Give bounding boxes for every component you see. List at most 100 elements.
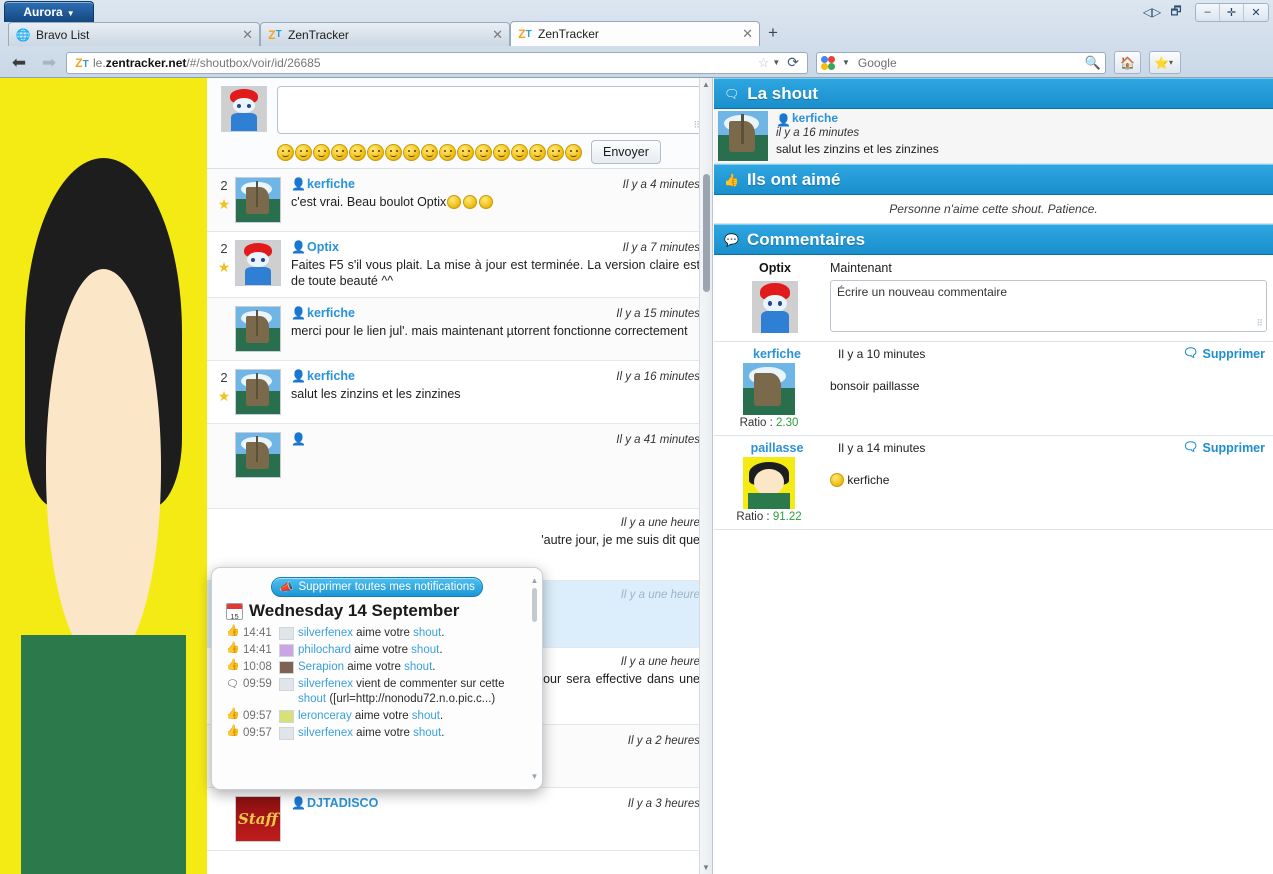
emoticon-cool[interactable] xyxy=(439,144,456,161)
avatar[interactable] xyxy=(40,807,72,839)
avatar[interactable] xyxy=(235,306,281,352)
send-button[interactable]: Envoyer xyxy=(591,140,661,164)
shout-author[interactable]: Optix xyxy=(307,240,339,254)
home-button[interactable]: 🏠 xyxy=(1114,51,1141,74)
notification-item[interactable]: 14:41 silverfenex aime votre shout. xyxy=(212,625,542,642)
shout-item[interactable]: 2 ★ 👤 kerfiche Il y a 4 minutes c'est vr… xyxy=(207,169,712,232)
shout-author[interactable]: kerfiche xyxy=(307,369,355,383)
panel-icon[interactable]: 🗗 xyxy=(1165,3,1187,21)
emoticon-surprised[interactable] xyxy=(421,144,438,161)
notification-link[interactable]: shout xyxy=(298,693,326,705)
comment-input[interactable]: Écrire un nouveau commentaire ⠿ xyxy=(830,280,1267,332)
notification-user[interactable]: Serapion xyxy=(298,661,344,673)
shout-item[interactable]: 2 ★ 👤 kerfiche Il y a 16 minutes salut l… xyxy=(207,361,712,424)
tab-zentracker-1[interactable]: ZT ZenTracker ✕ xyxy=(260,22,510,46)
forward-button[interactable]: ➡ xyxy=(36,50,62,76)
notification-user[interactable]: leronceray xyxy=(298,710,352,722)
notifications-scrollbar[interactable]: ▲ ▼ xyxy=(530,576,539,781)
tab-zentracker-2[interactable]: ZT ZenTracker ✕ xyxy=(510,21,760,46)
notification-user[interactable]: silverfenex xyxy=(298,678,353,690)
sidebar-toggle-icon[interactable]: ◁▷ xyxy=(1141,3,1163,21)
bookmark-star-icon[interactable]: ☆ xyxy=(755,55,773,71)
vote-column[interactable]: 2 ★ xyxy=(213,369,235,415)
shout-author[interactable]: kerfiche xyxy=(307,177,355,191)
notification-link[interactable]: shout xyxy=(413,727,441,739)
avatar[interactable] xyxy=(743,457,795,509)
emoticon-angel[interactable] xyxy=(457,144,474,161)
emoticon-wink[interactable] xyxy=(295,144,312,161)
vote-column[interactable]: 2 ★ xyxy=(213,177,235,223)
shout-item[interactable]: Staff 👤 DJTADISCO Il y a 3 heures xyxy=(207,788,712,851)
maximize-button[interactable]: ✛ xyxy=(1220,4,1244,21)
notification-link[interactable]: shout xyxy=(404,661,432,673)
emoticon-sunglasses[interactable] xyxy=(547,144,564,161)
shout-input[interactable]: ⠿ xyxy=(277,86,704,134)
notification-link[interactable]: shout xyxy=(413,627,441,639)
avatar[interactable] xyxy=(235,240,281,286)
emoticon-think[interactable] xyxy=(403,144,420,161)
scrollbar-thumb[interactable] xyxy=(703,174,710,292)
chevron-down-icon[interactable]: ▼ xyxy=(772,58,783,67)
vote-column[interactable] xyxy=(213,796,235,842)
shout-author[interactable]: kerfiche xyxy=(792,111,838,125)
star-icon[interactable]: ★ xyxy=(213,196,235,213)
shout-author[interactable]: kerfiche xyxy=(307,306,355,320)
emoticon-grin[interactable] xyxy=(349,144,366,161)
back-button[interactable]: ⬅ xyxy=(6,50,32,76)
new-tab-button[interactable]: + xyxy=(762,24,784,44)
close-icon[interactable]: ✕ xyxy=(242,27,253,43)
star-icon[interactable]: ★ xyxy=(213,259,235,276)
emoticon-laugh[interactable] xyxy=(313,144,330,161)
delete-comment-button[interactable]: 🗨Supprimer xyxy=(1183,440,1265,455)
search-icon[interactable]: 🔍 xyxy=(1085,55,1101,71)
notification-user[interactable]: silverfenex xyxy=(298,627,353,639)
emoticon-happy[interactable] xyxy=(511,144,528,161)
notification-item[interactable]: 09:57 leronceray aime votre shout. xyxy=(212,708,542,725)
notification-item[interactable]: 09:57 silverfenex aime votre shout. xyxy=(212,725,542,742)
scrollbar-thumb[interactable] xyxy=(532,588,537,622)
notification-user[interactable]: philochard xyxy=(298,644,351,656)
comment-author[interactable]: kerfiche xyxy=(722,347,832,361)
notification-item[interactable]: 14:41 philochard aime votre shout. xyxy=(212,642,542,659)
notifications-popup[interactable]: 📣 Supprimer toutes mes notifications 15 … xyxy=(211,567,543,790)
shout-item[interactable]: 👤 Il y a 41 minutes xyxy=(207,424,712,509)
delete-all-notifications-button[interactable]: 📣 Supprimer toutes mes notifications xyxy=(271,577,483,597)
avatar[interactable] xyxy=(235,432,281,478)
vote-column[interactable] xyxy=(213,306,235,352)
chevron-down-icon[interactable]: ▼ xyxy=(838,58,854,67)
close-icon[interactable]: ✕ xyxy=(742,26,753,42)
emoticon-ninja[interactable] xyxy=(565,144,582,161)
scroll-down-icon[interactable]: ▼ xyxy=(702,863,710,872)
notification-item[interactable]: 🗨 09:59 silverfenex vient de commenter s… xyxy=(212,676,542,708)
bookmarks-button[interactable]: ⭐▾ xyxy=(1149,51,1181,74)
notification-item[interactable]: 10:08 Serapion aime votre shout. xyxy=(212,659,542,676)
shout-list-scrollbar[interactable]: ▲ ▼ xyxy=(699,78,712,874)
reload-icon[interactable]: ⟳ xyxy=(783,54,803,71)
search-bar[interactable]: ▼ Google 🔍 xyxy=(816,52,1106,74)
notification-user[interactable]: silverfenex xyxy=(298,727,353,739)
tab-bravo-list[interactable]: 🌐 Bravo List ✕ xyxy=(8,22,260,46)
avatar[interactable] xyxy=(235,369,281,415)
emoticon-angry[interactable] xyxy=(493,144,510,161)
search-input[interactable]: Google xyxy=(854,56,1085,70)
scroll-down-icon[interactable]: ▼ xyxy=(530,772,539,781)
close-icon[interactable]: ✕ xyxy=(492,27,503,43)
vote-column[interactable]: 2 ★ xyxy=(213,240,235,289)
avatar[interactable] xyxy=(743,363,795,415)
emoticon-cry[interactable] xyxy=(367,144,384,161)
avatar[interactable]: Staff xyxy=(235,796,281,842)
shout-item[interactable]: 2 ★ 👤 Optix Il y a 7 minutes Faites F5 s… xyxy=(207,232,712,298)
shout-author[interactable]: DJTADISCO xyxy=(307,796,378,810)
emoticon-big-smile[interactable] xyxy=(529,144,546,161)
emoticon-tongue[interactable] xyxy=(331,144,348,161)
avatar[interactable] xyxy=(235,177,281,223)
scroll-up-icon[interactable]: ▲ xyxy=(702,80,710,89)
avatar[interactable] xyxy=(718,111,768,161)
shout-item[interactable]: 👤 kerfiche Il y a 15 minutes merci pour … xyxy=(207,298,712,361)
vote-column[interactable] xyxy=(213,517,235,572)
emoticon-neutral[interactable] xyxy=(385,144,402,161)
star-icon[interactable]: ★ xyxy=(213,388,235,405)
resize-grip-icon[interactable]: ⠿ xyxy=(1256,318,1263,329)
delete-comment-button[interactable]: 🗨Supprimer xyxy=(1183,346,1265,361)
notification-link[interactable]: shout xyxy=(411,644,439,656)
